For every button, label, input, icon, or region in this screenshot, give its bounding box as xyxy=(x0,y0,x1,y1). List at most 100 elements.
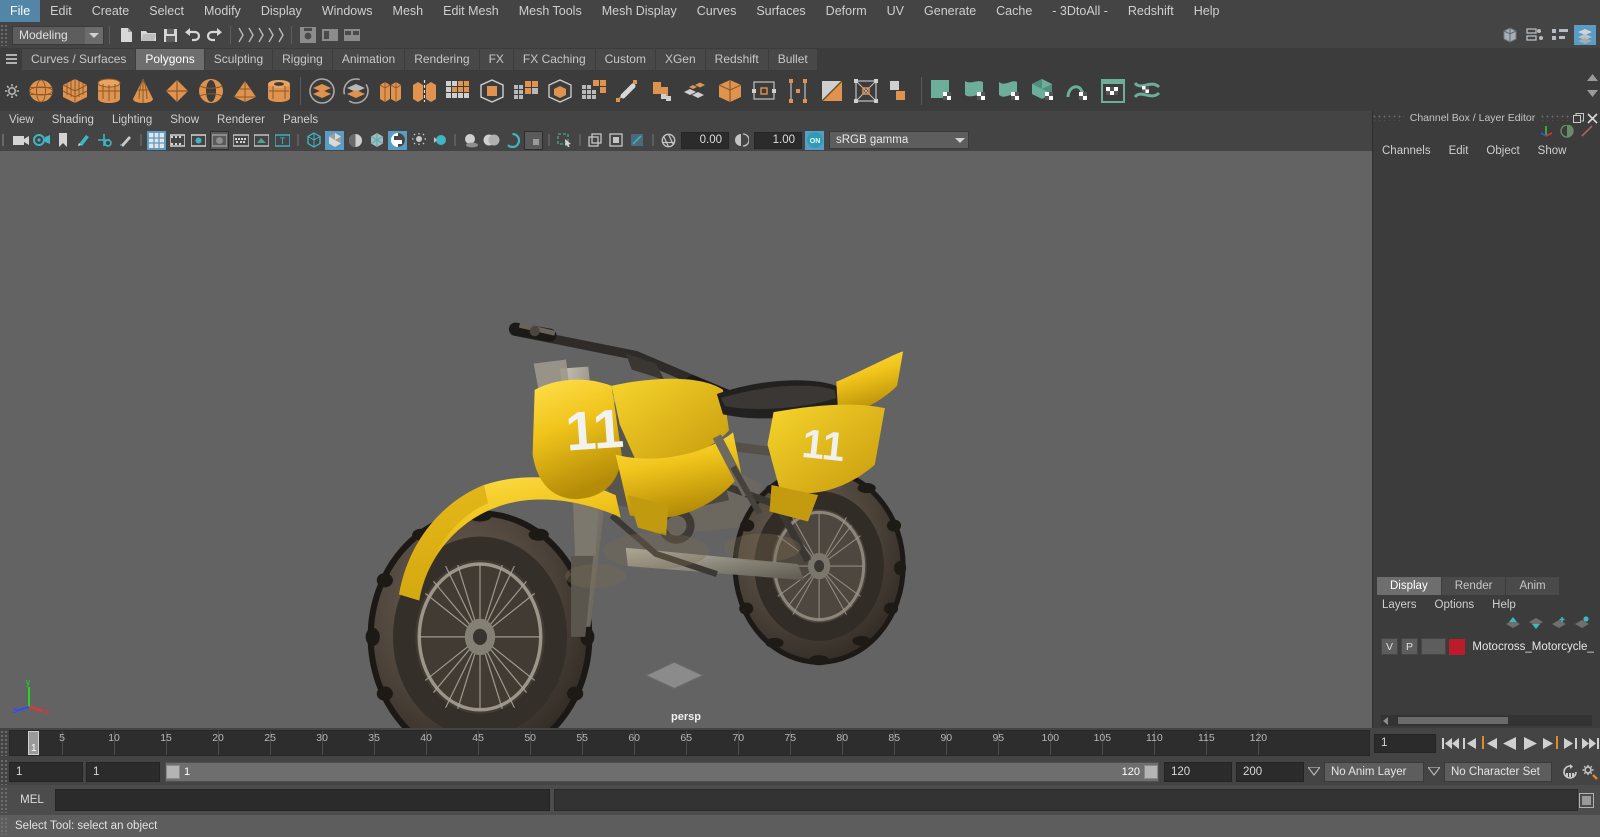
uv-cylindrical-icon[interactable] xyxy=(960,73,994,109)
select-camera-icon[interactable] xyxy=(11,131,30,150)
poly-sphere-icon[interactable] xyxy=(24,73,58,109)
poly-crease-icon[interactable] xyxy=(883,73,917,109)
motion-blur-icon[interactable] xyxy=(503,131,522,150)
anim-layer-selector[interactable]: No Anim Layer xyxy=(1324,761,1424,782)
poly-smooth-icon[interactable] xyxy=(475,73,509,109)
animation-end-dropdown-icon[interactable] xyxy=(1304,762,1324,782)
menu-set-selector[interactable]: Modeling xyxy=(12,25,104,45)
viewport-menu-show[interactable]: Show xyxy=(161,111,208,129)
viewport-menu-renderer[interactable]: Renderer xyxy=(208,111,274,129)
panel-drag-handle[interactable] xyxy=(1541,115,1572,121)
poly-separate-icon[interactable] xyxy=(407,73,441,109)
two-d-pan-zoom-icon[interactable] xyxy=(95,131,114,150)
range-end-field[interactable]: 1 xyxy=(86,761,160,782)
perspective-viewport[interactable]: 11 11 persp y x z xyxy=(0,151,1372,728)
poly-mirror-icon[interactable] xyxy=(441,73,475,109)
layer-playback-toggle[interactable]: P xyxy=(1401,638,1418,655)
shelf-tab-polygons[interactable]: Polygons xyxy=(136,49,205,70)
poly-torus-icon[interactable] xyxy=(194,73,228,109)
gamma-icon[interactable] xyxy=(732,131,751,150)
menu-mesh[interactable]: Mesh xyxy=(383,0,434,22)
menu-file[interactable]: File xyxy=(0,0,41,22)
menu-curves[interactable]: Curves xyxy=(687,0,747,22)
color-management-toggle-icon[interactable]: ON xyxy=(805,130,824,150)
attribute-editor-icon[interactable] xyxy=(1524,25,1546,45)
menu-generate[interactable]: Generate xyxy=(914,0,986,22)
poly-bridge-icon[interactable] xyxy=(611,73,645,109)
go-to-start-icon[interactable] xyxy=(1440,732,1460,754)
viewport-menu-shading[interactable]: Shading xyxy=(43,111,103,129)
poly-boolean-difference-icon[interactable] xyxy=(339,73,373,109)
uv-layout-icon[interactable] xyxy=(1130,73,1164,109)
time-slider[interactable]: 1 5 10 15 20 25 30 35 40 45 50 55 60 65 70 75 80 85 90 95 1… xyxy=(9,730,1370,756)
resolution-gate-icon[interactable] xyxy=(189,131,208,150)
poly-pyramid-icon[interactable] xyxy=(228,73,262,109)
anim-layer-dropdown-icon[interactable] xyxy=(1424,762,1444,782)
shelf-tab-custom[interactable]: Custom xyxy=(595,49,656,70)
layer-tab-render[interactable]: Render xyxy=(1441,577,1507,595)
shelf-tab-redshift[interactable]: Redshift xyxy=(705,49,769,70)
shelf-tab-fx[interactable]: FX xyxy=(479,49,514,70)
status-line-grip[interactable] xyxy=(0,24,9,46)
layer-menu-layers[interactable]: Layers xyxy=(1373,599,1426,611)
close-icon[interactable] xyxy=(1586,112,1598,124)
poly-offset-edge-loop-icon[interactable] xyxy=(747,73,781,109)
render-mask-expand-icon[interactable] xyxy=(266,25,276,45)
uv-spherical-icon[interactable] xyxy=(994,73,1028,109)
range-slider-grip[interactable] xyxy=(0,758,9,785)
poly-multicut-icon[interactable] xyxy=(577,73,611,109)
shelf-tab-rigging[interactable]: Rigging xyxy=(273,49,333,70)
range-end-handle[interactable] xyxy=(1144,764,1158,779)
new-scene-icon[interactable] xyxy=(115,25,137,45)
viewport-menu-view[interactable]: View xyxy=(0,111,43,129)
poly-boolean-union-icon[interactable] xyxy=(305,73,339,109)
range-slider[interactable]: 1 120 xyxy=(165,761,1159,782)
gamma-value[interactable]: 1.00 xyxy=(754,131,802,149)
menu-help[interactable]: Help xyxy=(1184,0,1230,22)
chevron-down-icon[interactable] xyxy=(85,26,103,44)
xray-joints-icon[interactable] xyxy=(607,131,626,150)
layer-shading-toggle[interactable] xyxy=(1421,638,1446,655)
menu-edit[interactable]: Edit xyxy=(40,0,82,22)
menu-windows[interactable]: Windows xyxy=(312,0,383,22)
channelbox-menu-edit[interactable]: Edit xyxy=(1440,145,1478,157)
menu-create[interactable]: Create xyxy=(82,0,140,22)
shelf-options-gear-icon[interactable] xyxy=(0,83,24,98)
step-back-key-icon[interactable] xyxy=(1480,732,1500,754)
menu-3dtoall[interactable]: - 3DtoAll - xyxy=(1042,0,1118,22)
channelbox-menu-object[interactable]: Object xyxy=(1477,145,1528,157)
display-layer-row[interactable]: V P Motocross_Motorcycle_D xyxy=(1381,637,1594,656)
new-layer-from-selected-icon[interactable] xyxy=(1574,615,1590,635)
shelf-tab-xgen[interactable]: XGen xyxy=(655,49,706,70)
xray-icon[interactable] xyxy=(586,131,605,150)
layer-visibility-toggle[interactable]: V xyxy=(1381,638,1398,655)
viewport-menu-lighting[interactable]: Lighting xyxy=(103,111,161,129)
grid-toggle-icon[interactable] xyxy=(147,130,166,150)
exposure-value[interactable]: 0.00 xyxy=(681,131,729,149)
poly-append-face-icon[interactable] xyxy=(815,73,849,109)
component-mask-expand-icon[interactable] xyxy=(246,25,256,45)
film-origin-icon[interactable] xyxy=(231,131,250,150)
render-settings-icon[interactable] xyxy=(341,25,363,45)
smooth-shade-all-icon[interactable] xyxy=(325,130,344,150)
xray-active-components-icon[interactable] xyxy=(628,131,647,150)
view-transform-selector[interactable]: sRGB gamma xyxy=(829,131,969,149)
uv-editor-icon[interactable] xyxy=(1096,73,1130,109)
shelf-tab-rendering[interactable]: Rendering xyxy=(405,49,480,70)
poly-cylinder-icon[interactable] xyxy=(92,73,126,109)
script-editor-icon[interactable] xyxy=(1576,789,1596,811)
menu-edit-mesh[interactable]: Edit Mesh xyxy=(433,0,509,22)
channel-box-list[interactable] xyxy=(1376,163,1597,574)
shelf-menu-icon[interactable] xyxy=(0,48,22,70)
poly-plane-icon[interactable] xyxy=(160,73,194,109)
menu-modify[interactable]: Modify xyxy=(194,0,251,22)
manipulator-axis-icon[interactable] xyxy=(1540,124,1554,143)
move-layer-down-icon[interactable] xyxy=(1528,616,1544,635)
isolate-select-icon[interactable] xyxy=(524,130,543,150)
render-view-icon[interactable] xyxy=(297,25,319,45)
menu-deform[interactable]: Deform xyxy=(816,0,877,22)
layer-list-horizontal-scrollbar[interactable] xyxy=(1381,715,1592,726)
keyframe-icon[interactable] xyxy=(1580,124,1594,143)
image-plane-icon[interactable] xyxy=(74,131,93,150)
animation-end-field[interactable]: 200 xyxy=(1236,761,1304,782)
